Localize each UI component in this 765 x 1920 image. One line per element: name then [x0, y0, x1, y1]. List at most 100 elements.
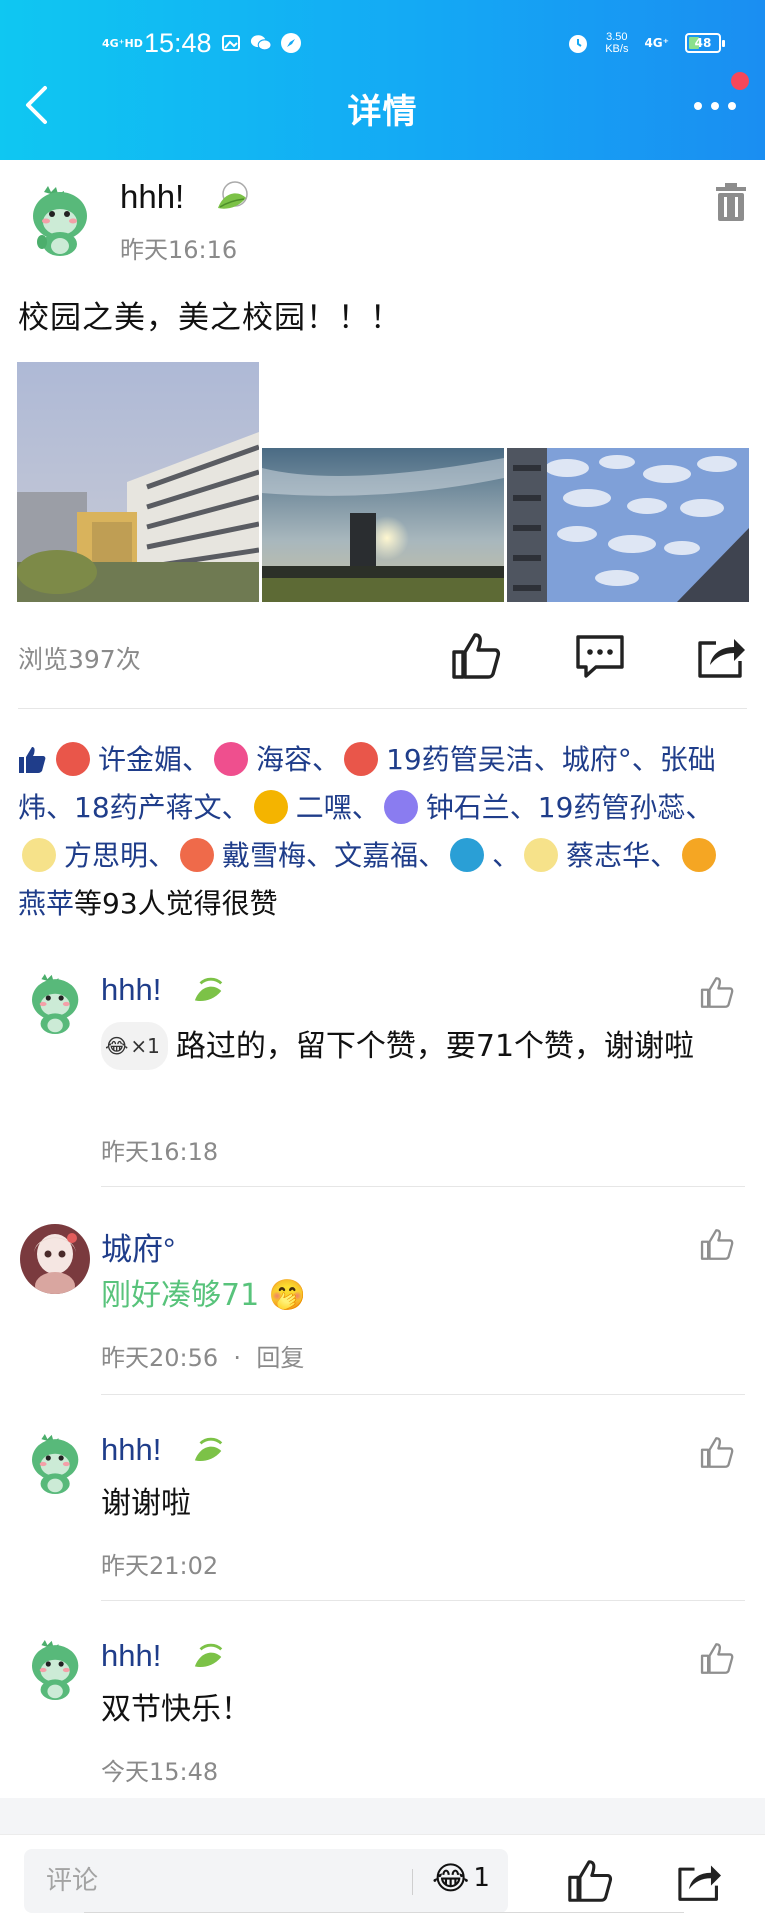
commenter-name[interactable]: 城府°: [101, 1224, 175, 1269]
network-type: 4G⁺: [644, 36, 669, 50]
comment-meta: 昨天20:56 · 回复: [101, 1338, 304, 1373]
comment-body: 刚好凑够71: [101, 1278, 260, 1313]
post-photo-sunset[interactable]: [262, 448, 504, 602]
commenter-avatar[interactable]: [26, 1432, 86, 1500]
trash-icon: [716, 183, 746, 221]
compass-icon: [280, 32, 302, 54]
signal-indicator: 4G⁺HD: [102, 36, 143, 50]
comment-like-button[interactable]: [697, 1224, 737, 1264]
post-photo-building[interactable]: [17, 362, 259, 602]
liker-name[interactable]: 19药管吴洁: [386, 743, 534, 776]
top-header: 4G⁺HD 15:48 3.50 KB/s 4G⁺ 48 详情: [0, 0, 765, 160]
shush-emoji-icon: 🤭: [259, 1278, 307, 1313]
clock-time: 15:48: [144, 27, 212, 58]
girl-avatar-icon: [20, 1224, 90, 1294]
comment-bubble-icon: [576, 635, 624, 678]
liker-name[interactable]: 海容: [256, 743, 312, 776]
comment-like-button[interactable]: [697, 972, 737, 1012]
wechat-icon: [250, 32, 272, 54]
author-avatar[interactable]: [26, 184, 96, 262]
like-button[interactable]: [448, 628, 504, 684]
liker-name[interactable]: 二嘿: [296, 791, 352, 824]
status-left: 4G⁺HD 15:48: [102, 26, 302, 60]
commenter-avatar[interactable]: [26, 1638, 86, 1706]
comment-text: 谢谢啦: [101, 1486, 191, 1521]
comment-button[interactable]: [572, 628, 628, 684]
liker-avatar: [56, 742, 90, 776]
speed-value: 3.50: [606, 31, 628, 43]
reply-button[interactable]: 回复: [256, 1344, 304, 1372]
meta-separator: ·: [218, 1344, 257, 1372]
liker-name[interactable]: 文嘉福: [334, 839, 418, 872]
liked-thumb-icon: [19, 747, 46, 773]
more-dots-icon: [694, 102, 702, 110]
author-name[interactable]: hhh!: [120, 178, 184, 216]
battery-level: 48: [694, 36, 712, 50]
laughing-emoji-icon: 😂: [105, 1034, 129, 1058]
liker-avatar: [22, 838, 56, 872]
page-title: 详情: [347, 92, 418, 132]
post-photo-clouds[interactable]: [507, 448, 749, 602]
emoji-reaction-total: 1: [473, 1863, 490, 1893]
liker-avatar: [524, 838, 559, 872]
more-dot: [728, 102, 736, 110]
thumbs-up-icon: [568, 1860, 613, 1902]
post-time: 昨天16:16: [120, 236, 238, 264]
liker-name[interactable]: 19药管孙蕊: [538, 791, 686, 824]
section-spacer: [0, 1798, 765, 1834]
share-button[interactable]: [694, 628, 750, 684]
commenter-avatar[interactable]: [26, 972, 86, 1040]
liker-avatar: [450, 838, 485, 872]
more-button[interactable]: [687, 84, 743, 128]
thumbs-up-outline-icon: [700, 1436, 734, 1468]
comment-divider: [101, 1394, 745, 1395]
comment-text: 😂 ×1 路过的，留下个赞，要71个赞，谢谢啦: [101, 1022, 741, 1070]
liker-name[interactable]: 城府°: [562, 743, 632, 776]
commenter-avatar[interactable]: [20, 1224, 90, 1294]
liker-name[interactable]: 钟石兰: [426, 791, 510, 824]
emoji-reaction-summary[interactable]: 😂 1: [432, 1859, 490, 1897]
more-dot: [711, 102, 719, 110]
dinosaur-avatar-icon: [32, 1434, 79, 1494]
commenter-name[interactable]: hhh!: [101, 972, 161, 1008]
notification-dot: [731, 72, 749, 90]
dinosaur-avatar-icon: [32, 1640, 79, 1700]
leaf-badge-icon: [190, 974, 228, 1010]
liker-avatar: [214, 742, 249, 776]
comment-like-button[interactable]: [697, 1432, 737, 1472]
liker-name[interactable]: 方思明: [64, 839, 148, 872]
speed-unit: KB/s: [605, 43, 629, 55]
bottom-like-button[interactable]: [562, 1853, 618, 1909]
thumbs-up-outline-icon: [700, 976, 734, 1008]
liker-avatar: [253, 790, 288, 824]
liker-name[interactable]: 戴雪梅: [222, 839, 306, 872]
liker-avatar: [344, 742, 379, 776]
laughing-emoji-icon: 😂: [432, 1859, 470, 1897]
bottom-share-button[interactable]: [672, 1853, 728, 1909]
emoji-reaction[interactable]: 😂 ×1: [101, 1022, 168, 1070]
liker-name[interactable]: 许金媚: [98, 743, 182, 776]
dinosaur-avatar-icon: [32, 974, 79, 1034]
comment-like-button[interactable]: [697, 1638, 737, 1678]
emoji-reaction-count: ×1: [130, 1034, 160, 1058]
liker-avatar: [180, 838, 215, 872]
liker-name[interactable]: 蔡志华: [566, 839, 650, 872]
battery-icon: 48: [685, 33, 725, 53]
leaf-badge-icon: [214, 180, 252, 218]
input-divider: [412, 1869, 413, 1895]
dinosaur-avatar-icon: [33, 186, 87, 256]
liker-name[interactable]: 燕苹: [18, 887, 74, 920]
alarm-icon: [567, 32, 589, 54]
liker-name[interactable]: 18药产蒋文: [74, 791, 222, 824]
commenter-name[interactable]: hhh!: [101, 1638, 161, 1674]
share-icon: [698, 639, 745, 678]
network-speed: 3.50 KB/s: [605, 31, 628, 55]
thumbs-up-outline-icon: [700, 1228, 734, 1260]
delete-button[interactable]: [711, 178, 751, 226]
comment-time: 今天15:48: [101, 1758, 219, 1786]
commenter-name[interactable]: hhh!: [101, 1432, 161, 1468]
comment-body: 路过的，留下个赞，要71个赞，谢谢啦: [175, 1029, 695, 1064]
comment-time: 昨天20:56: [101, 1344, 219, 1372]
comment-time: 昨天21:02: [101, 1552, 219, 1580]
comment-divider: [101, 1600, 745, 1601]
